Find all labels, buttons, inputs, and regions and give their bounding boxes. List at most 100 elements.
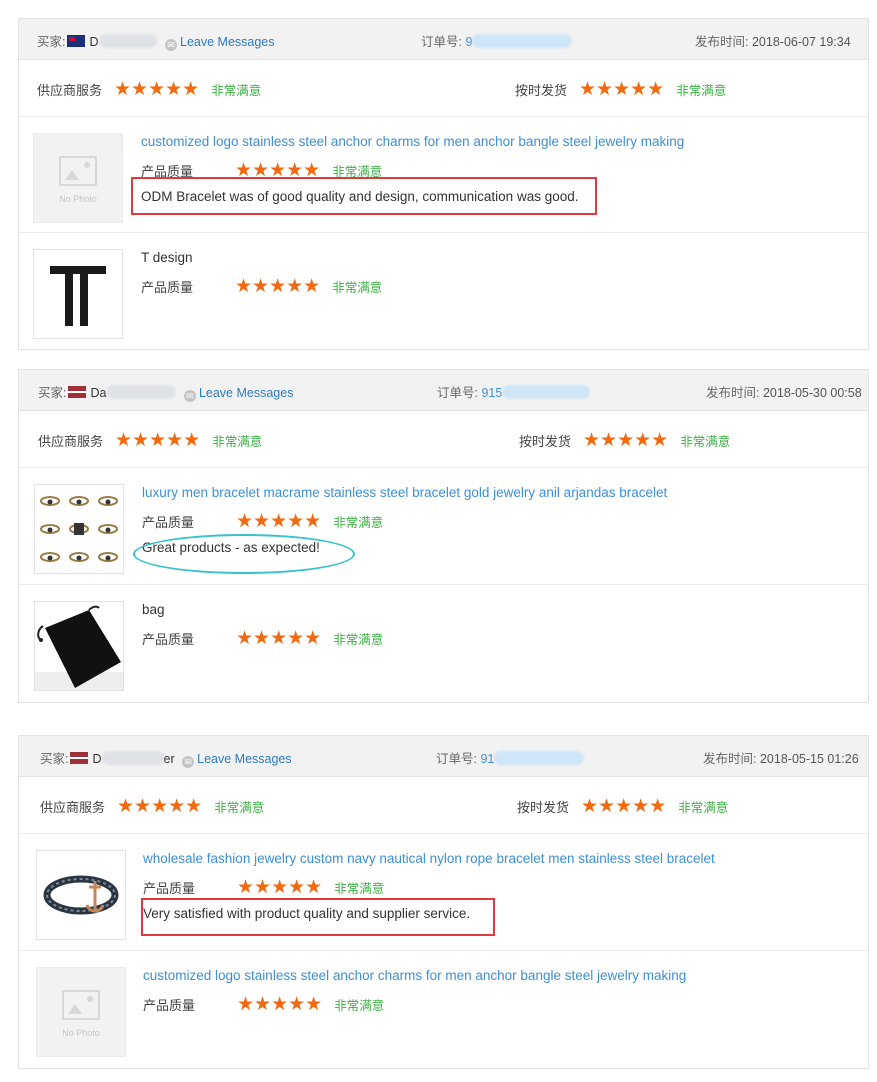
star-rating-icon: ★★★★★ [237, 876, 323, 898]
publish-time-label: 发布时间: [706, 386, 760, 400]
satisfaction-text: 非常满意 [333, 633, 384, 647]
service-ratings: 供应商服务 ★★★★★ 非常满意 按时发货 ★★★★★ 非常满意 [19, 411, 868, 468]
bracelet-grid-icon [40, 496, 118, 562]
product-thumbnail[interactable] [33, 249, 123, 339]
order-label: 订单号: [437, 386, 478, 400]
star-rating-icon: ★★★★★ [583, 429, 669, 451]
publish-time: 2018-06-07 19:34 [751, 35, 851, 49]
buyer-label: 买家: [38, 386, 67, 400]
buyer-label: 买家: [37, 35, 66, 49]
on-time-label: 按时发货 [519, 434, 572, 449]
product-title-link[interactable]: wholesale fashion jewelry custom navy na… [143, 851, 715, 866]
product-title: bag [142, 602, 165, 617]
latvia-flag-icon [68, 386, 87, 398]
satisfaction-text: 非常满意 [680, 435, 731, 449]
review-header: 买家: Der ✉ Leave Messages 订单号: 91 发布时间: 201… [19, 736, 868, 777]
t-design-icon [50, 266, 106, 326]
no-photo-text: No Photo [59, 194, 97, 204]
supplier-service-label: 供应商服务 [37, 83, 103, 98]
satisfaction-text: 非常满意 [214, 801, 265, 815]
review-card: 买家: Der ✉ Leave Messages 订单号: 91 发布时间: 201… [18, 735, 869, 1069]
image-placeholder-icon [62, 990, 100, 1020]
product-quality-label: 产品质量 [141, 280, 194, 295]
satisfaction-text: 非常满意 [334, 882, 385, 896]
product-quality-label: 产品质量 [142, 632, 195, 647]
satisfaction-text: 非常满意 [212, 435, 263, 449]
redacted-order [502, 385, 591, 399]
product-title-link[interactable]: customized logo stainless steel anchor c… [141, 134, 684, 149]
star-rating-icon: ★★★★★ [581, 795, 667, 817]
product-title: T design [141, 250, 193, 265]
publish-time: 2018-05-30 00:58 [762, 386, 862, 400]
redacted-name [101, 751, 164, 765]
product-quality-label: 产品质量 [142, 515, 195, 530]
product-thumbnail[interactable] [34, 601, 124, 691]
product-thumbnail[interactable]: No Photo [36, 967, 126, 1057]
star-rating-icon: ★★★★★ [579, 78, 665, 100]
star-rating-icon: ★★★★★ [117, 795, 203, 817]
product-review: No Photo customized logo stainless steel… [19, 117, 868, 233]
publish-time-label: 发布时间: [695, 35, 749, 49]
review-card: 买家: Da ✉ Leave Messages 订单号: 915 发布时间: 201… [18, 369, 869, 703]
product-review: luxury men bracelet macrame stainless st… [19, 468, 868, 585]
star-rating-icon: ★★★★★ [236, 510, 322, 532]
chat-icon: ✉ [165, 39, 177, 51]
review-card: 买家: D ✉ Leave Messages 订单号: 9 发布时间: 2018-0… [18, 18, 869, 350]
buyer-name-suffix: er [163, 752, 175, 766]
on-time-label: 按时发货 [517, 800, 570, 815]
review-header: 买家: Da ✉ Leave Messages 订单号: 915 发布时间: 201… [19, 370, 868, 411]
redacted-name [98, 34, 157, 48]
highlight-oval [133, 534, 355, 574]
product-review: wholesale fashion jewelry custom navy na… [19, 834, 868, 951]
star-rating-icon: ★★★★★ [114, 78, 200, 100]
order-number[interactable]: 9 [465, 35, 472, 49]
product-review: T design 产品质量 ★★★★★ 非常满意 [19, 233, 868, 347]
rope-bracelet-icon [43, 875, 119, 915]
buyer-name: D [92, 752, 102, 766]
supplier-service-label: 供应商服务 [38, 434, 104, 449]
satisfaction-text: 非常满意 [211, 84, 262, 98]
product-review: bag 产品质量 ★★★★★ 非常满意 [19, 585, 868, 701]
order-number[interactable]: 91 [480, 752, 494, 766]
star-rating-icon: ★★★★★ [115, 429, 201, 451]
product-quality-label: 产品质量 [143, 881, 196, 896]
redacted-order [494, 751, 585, 765]
order-label: 订单号: [421, 35, 462, 49]
product-thumbnail[interactable] [36, 850, 126, 940]
review-header: 买家: D ✉ Leave Messages 订单号: 9 发布时间: 2018-0… [19, 19, 868, 60]
service-ratings: 供应商服务 ★★★★★ 非常满意 按时发货 ★★★★★ 非常满意 [19, 777, 868, 834]
product-title-link[interactable]: luxury men bracelet macrame stainless st… [142, 485, 667, 500]
satisfaction-text: 非常满意 [333, 516, 384, 530]
star-rating-icon: ★★★★★ [235, 275, 321, 297]
on-time-label: 按时发货 [515, 83, 568, 98]
image-placeholder-icon [59, 156, 97, 186]
highlight-box [131, 177, 597, 215]
satisfaction-text: 非常满意 [334, 999, 385, 1013]
product-title-link[interactable]: customized logo stainless steel anchor c… [143, 968, 686, 983]
product-thumbnail[interactable] [34, 484, 124, 574]
no-photo-text: No Photo [62, 1028, 100, 1038]
leave-messages-link[interactable]: Leave Messages [180, 35, 275, 49]
product-quality-label: 产品质量 [143, 998, 196, 1013]
star-rating-icon: ★★★★★ [237, 993, 323, 1015]
star-rating-icon: ★★★★★ [236, 627, 322, 649]
black-pouch-icon [35, 605, 123, 690]
chat-icon: ✉ [182, 756, 195, 768]
supplier-service-label: 供应商服务 [40, 800, 106, 815]
buyer-label: 买家: [40, 752, 69, 766]
leave-messages-link[interactable]: Leave Messages [197, 752, 292, 766]
publish-time-label: 发布时间: [703, 752, 757, 766]
publish-time: 2018-05-15 01:26 [759, 752, 859, 766]
product-review: No Photo customized logo stainless steel… [19, 951, 868, 1067]
order-number[interactable]: 915 [481, 386, 502, 400]
redacted-name [106, 385, 177, 399]
chat-icon: ✉ [183, 390, 196, 402]
satisfaction-text: 非常满意 [676, 84, 727, 98]
satisfaction-text: 非常满意 [678, 801, 729, 815]
leave-messages-link[interactable]: Leave Messages [199, 386, 294, 400]
satisfaction-text: 非常满意 [332, 281, 383, 295]
product-thumbnail[interactable]: No Photo [33, 133, 123, 223]
australia-flag-icon [67, 35, 86, 47]
buyer-name: D [89, 35, 99, 49]
latvia-flag-icon [70, 752, 89, 764]
